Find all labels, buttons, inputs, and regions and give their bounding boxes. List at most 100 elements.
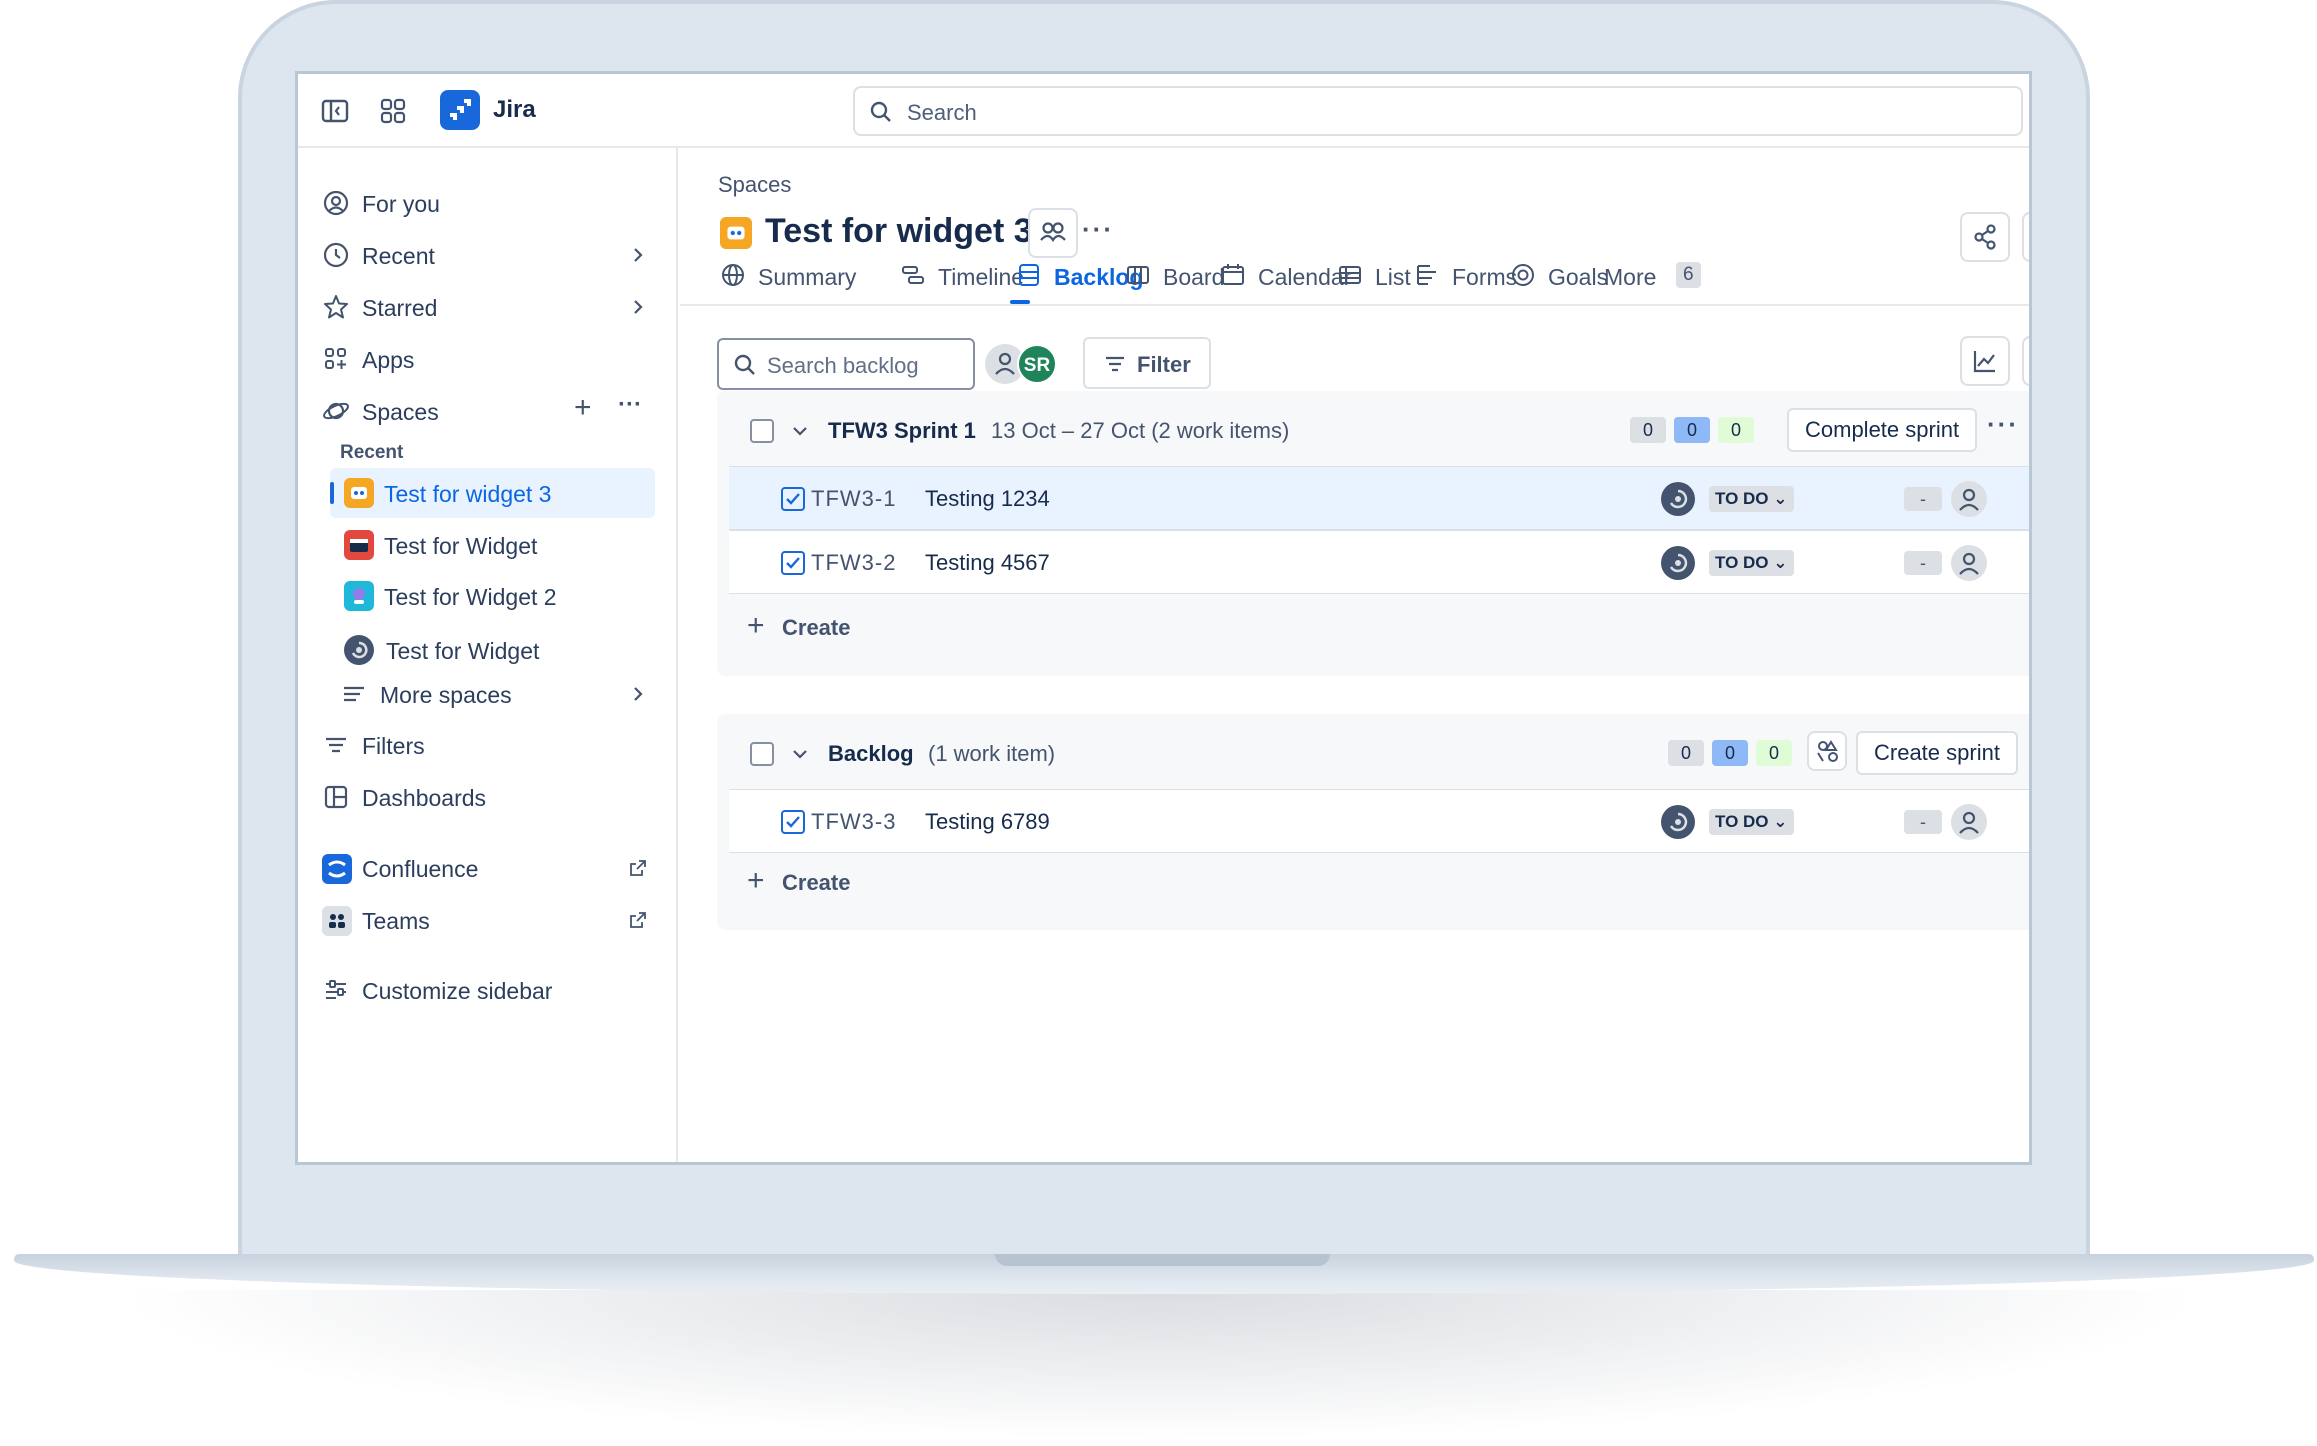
- space-avatar-icon: [344, 581, 374, 611]
- chevron-right-icon: [634, 687, 643, 701]
- status-label: TO DO: [1715, 812, 1769, 831]
- status-dropdown[interactable]: TO DO ⌄: [1709, 809, 1794, 835]
- assignee-avatar[interactable]: [1951, 481, 1987, 517]
- app-switcher-icon[interactable]: [378, 96, 408, 126]
- teams-icon: [322, 906, 352, 936]
- backlog-select-checkbox[interactable]: [750, 742, 774, 766]
- more-actions-icon[interactable]: ···: [1082, 214, 1114, 245]
- sidebar-toggle-icon[interactable]: [320, 96, 350, 126]
- backlog-panel: Backlog (1 work item) 0 0 0 Create sprin…: [717, 714, 2029, 930]
- table-row[interactable]: TFW3-1 Testing 1234 TO DO ⌄ -: [729, 466, 2029, 530]
- sidebar-item-filters[interactable]: Filters: [322, 723, 662, 767]
- estimate-badge[interactable]: -: [1904, 810, 1942, 834]
- work-item-key[interactable]: TFW3-2: [811, 550, 896, 576]
- avatar-sr[interactable]: SR: [1017, 344, 1057, 384]
- sidebar-item-label: Apps: [362, 347, 415, 373]
- space-label: Test for Widget 2: [384, 584, 557, 610]
- share-button[interactable]: [1960, 212, 2010, 262]
- people-button[interactable]: [1028, 208, 1078, 258]
- tab-label: Summary: [758, 264, 857, 290]
- external-link-icon: [630, 860, 646, 876]
- plus-icon: +: [747, 609, 765, 642]
- view-settings-button[interactable]: [2022, 336, 2029, 386]
- space-item-test-for-widget-circle[interactable]: Test for Widget: [330, 625, 655, 675]
- user-circle-icon: [323, 190, 349, 216]
- plus-icon: +: [747, 864, 765, 897]
- chevron-down-icon[interactable]: [790, 421, 810, 441]
- space-item-test-for-widget-2[interactable]: Test for Widget 2: [330, 571, 655, 621]
- sprint-header: TFW3 Sprint 1 13 Oct – 27 Oct (2 work it…: [717, 391, 2029, 463]
- jira-logo-icon[interactable]: [440, 90, 480, 130]
- sidebar-item-label: More spaces: [380, 682, 512, 708]
- sidebar-item-more-spaces[interactable]: More spaces: [340, 672, 662, 716]
- breadcrumb[interactable]: Spaces: [718, 172, 791, 198]
- sidebar-item-starred[interactable]: Starred: [322, 285, 662, 329]
- space-label: Test for widget 3: [384, 481, 552, 507]
- estimate-badge[interactable]: -: [1904, 551, 1942, 575]
- filter-icon: [326, 737, 346, 753]
- work-item-key[interactable]: TFW3-1: [811, 486, 896, 512]
- status-dropdown[interactable]: TO DO ⌄: [1709, 550, 1794, 576]
- sidebar-item-customize[interactable]: Customize sidebar: [322, 968, 662, 1012]
- sidebar-item-confluence[interactable]: Confluence: [322, 846, 662, 890]
- more-icon[interactable]: ···: [618, 391, 642, 419]
- space-item-test-for-widget[interactable]: Test for Widget: [330, 520, 655, 570]
- top-bar: Jira Search: [298, 74, 2029, 148]
- global-search-input[interactable]: Search: [853, 86, 2023, 136]
- status-dropdown[interactable]: TO DO ⌄: [1709, 486, 1794, 512]
- sidebar-item-for-you[interactable]: For you: [322, 181, 662, 225]
- sprint-select-checkbox[interactable]: [750, 419, 774, 443]
- create-sprint-button[interactable]: Create sprint: [1856, 731, 2018, 775]
- create-label: Create: [782, 870, 851, 895]
- add-space-icon[interactable]: +: [574, 391, 592, 425]
- chevron-right-icon[interactable]: [628, 297, 648, 317]
- calendar-icon: [1222, 264, 1244, 285]
- chevron-down-icon: ⌄: [1773, 812, 1788, 831]
- sidebar-item-teams[interactable]: Teams: [322, 898, 662, 942]
- epic-avatar-icon: [1661, 805, 1695, 839]
- assignee-avatar[interactable]: [1951, 545, 1987, 581]
- sidebar-item-label: Customize sidebar: [362, 978, 553, 1004]
- sprint-more-icon[interactable]: ···: [1987, 409, 2019, 440]
- shapes-icon: [1817, 740, 1838, 762]
- work-item-summary[interactable]: Testing 6789: [925, 809, 1050, 835]
- estimate-badge[interactable]: -: [1904, 487, 1942, 511]
- chevron-right-icon[interactable]: [628, 245, 648, 265]
- tab-label: Goals: [1548, 264, 1609, 290]
- page-title: Test for widget 3: [765, 212, 1033, 250]
- sidebar-item-recent[interactable]: Recent: [322, 233, 662, 277]
- sidebar-item-spaces[interactable]: Spaces + ···: [322, 389, 662, 433]
- user-icon: [1959, 811, 1979, 834]
- main-content: Spaces Test for widget 3 ··· Summary Tim…: [680, 148, 2029, 1162]
- chevron-down-icon[interactable]: [790, 744, 810, 764]
- count-done-badge: 0: [1718, 417, 1754, 443]
- table-row[interactable]: TFW3-3 Testing 6789 TO DO ⌄ -: [729, 789, 2029, 853]
- filter-button[interactable]: Filter: [1083, 337, 1211, 389]
- backlog-count: (1 work item): [928, 741, 1056, 766]
- more-header-button[interactable]: [2022, 212, 2029, 262]
- status-label: TO DO: [1715, 489, 1769, 508]
- space-avatar-icon: [720, 217, 752, 249]
- assignee-avatar[interactable]: [1951, 804, 1987, 840]
- space-item-test-for-widget-3[interactable]: Test for widget 3: [330, 468, 655, 518]
- backlog-options-button[interactable]: [1807, 731, 1847, 771]
- tab-label: List: [1375, 264, 1411, 290]
- work-item-key[interactable]: TFW3-3: [811, 809, 896, 835]
- sidebar-item-dashboards[interactable]: Dashboards: [322, 775, 662, 819]
- space-avatar-icon: [344, 635, 374, 665]
- sidebar-item-label: Starred: [362, 295, 438, 321]
- sidebar: For you Recent Starred Apps Spaces + ···…: [298, 148, 678, 1162]
- app-name[interactable]: Jira: [493, 96, 536, 124]
- app-window: Jira Search For you Recent Starred Apps …: [295, 71, 2032, 1165]
- sidebar-item-apps[interactable]: Apps: [322, 337, 662, 381]
- insights-button[interactable]: [1960, 336, 2010, 386]
- tabs-divider: [680, 304, 2029, 306]
- work-item-summary[interactable]: Testing 1234: [925, 486, 1050, 512]
- complete-sprint-button[interactable]: Complete sprint: [1787, 408, 1978, 452]
- recent-section-label: Recent: [340, 442, 404, 463]
- people-icon: [1040, 222, 1066, 243]
- space-label: Test for Widget: [384, 533, 538, 559]
- work-item-summary[interactable]: Testing 4567: [925, 550, 1050, 576]
- search-backlog-input[interactable]: Search backlog: [717, 338, 975, 390]
- table-row[interactable]: TFW3-2 Testing 4567 TO DO ⌄ -: [729, 530, 2029, 594]
